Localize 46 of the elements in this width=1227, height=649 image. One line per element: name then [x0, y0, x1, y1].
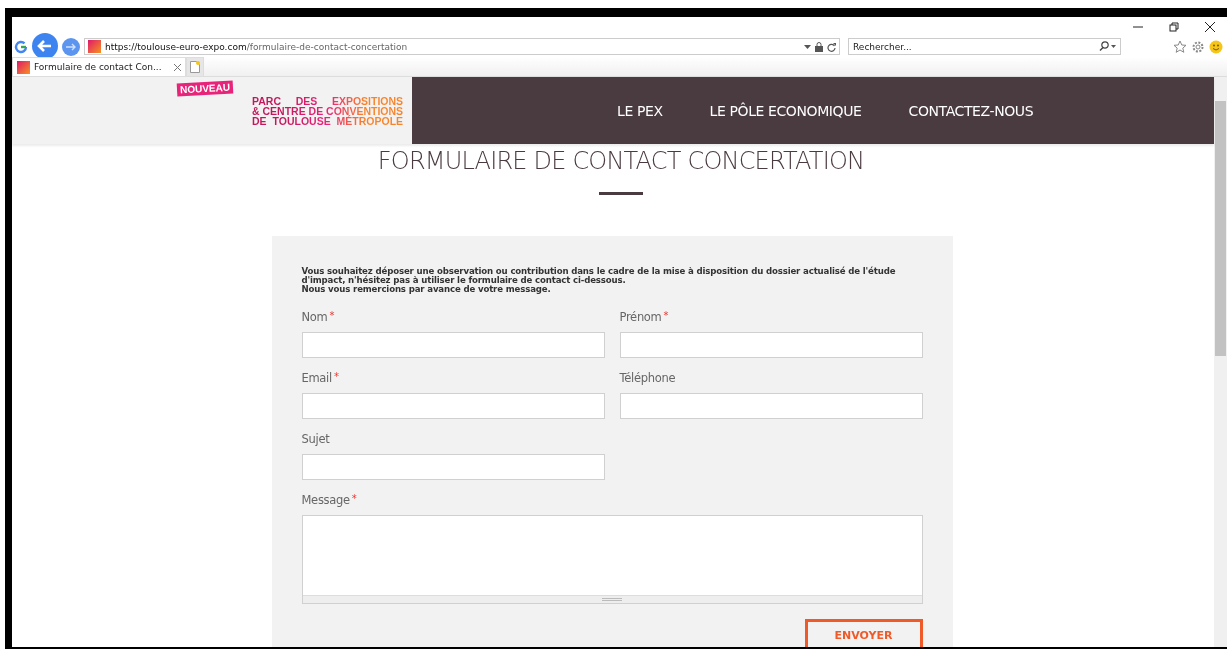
- message-field[interactable]: [301, 515, 923, 604]
- nav-link[interactable]: CONTACTEZ-NOUS: [908, 102, 1034, 119]
- text-field[interactable]: [301, 393, 605, 419]
- field-label: Sujet: [301, 432, 330, 446]
- new-tab-icon: [189, 61, 200, 73]
- search-icon[interactable]: [1099, 41, 1117, 51]
- browser-tab[interactable]: Formulaire de contact Con...: [12, 57, 186, 76]
- form-intro: Vous souhaitez déposer une observation ou contribution dans le cadre de la mise à disposition du dossier actualisé de l'étude d'impact, n'hésitez pas à utiliser le formulaire de contact ci-dessous. Nous vous remercions par avance de votre message.: [301, 267, 897, 294]
- lock-icon: [815, 41, 823, 52]
- smiley-icon[interactable]: [1209, 39, 1223, 54]
- back-icon[interactable]: [32, 32, 58, 59]
- required-asterisk: *: [333, 371, 339, 382]
- resize-handle-icon[interactable]: [602, 598, 622, 601]
- field-label: Prénom: [619, 310, 662, 324]
- field-label: Téléphone: [619, 371, 676, 385]
- field-label: Email: [301, 371, 332, 385]
- forward-icon[interactable]: [62, 37, 80, 56]
- dropdown-icon[interactable]: [804, 44, 811, 49]
- close-icon[interactable]: [1205, 21, 1215, 32]
- site-favicon-icon: [88, 40, 101, 53]
- search-field[interactable]: Rechercher...: [848, 38, 1121, 55]
- google-logo-icon: [14, 39, 28, 54]
- address-bar[interactable]: https://toulouse-euro-expo.com/formulaire-de-contact-concertation: [84, 38, 840, 55]
- scrollbar[interactable]: [1214, 77, 1227, 647]
- settings-icon[interactable]: [1191, 39, 1205, 54]
- field-label: Nom: [301, 310, 328, 324]
- required-asterisk: *: [351, 493, 357, 504]
- new-badge: NOUVEAU: [176, 80, 234, 97]
- site-favicon-icon: [17, 60, 30, 74]
- star-icon[interactable]: [1173, 39, 1187, 54]
- text-field[interactable]: [301, 454, 605, 480]
- close-tab-icon[interactable]: [173, 63, 181, 71]
- title-underline: [599, 192, 643, 195]
- site-logo[interactable]: PARC DES EXPOSITIONS & CENTRE DE CONVENTIONS DE TOULOUSE MÉTROPOLE: [252, 96, 404, 126]
- field-label: Message: [301, 493, 350, 507]
- page-title: FORMULAIRE DE CONTACT CONCERTATION: [377, 147, 865, 175]
- refresh-icon[interactable]: [827, 41, 836, 52]
- url-text: https://toulouse-euro-expo.com/formulaire-de-contact-concertation: [105, 41, 408, 52]
- restore-icon[interactable]: [1169, 21, 1179, 32]
- nav-link[interactable]: LE PÔLE ECONOMIQUE: [709, 102, 862, 119]
- text-field[interactable]: [619, 393, 923, 419]
- required-asterisk: *: [329, 310, 335, 321]
- text-field[interactable]: [301, 332, 605, 358]
- text-field[interactable]: [619, 332, 923, 358]
- required-asterisk: *: [663, 310, 669, 321]
- nav-link[interactable]: LE PEX: [617, 102, 663, 119]
